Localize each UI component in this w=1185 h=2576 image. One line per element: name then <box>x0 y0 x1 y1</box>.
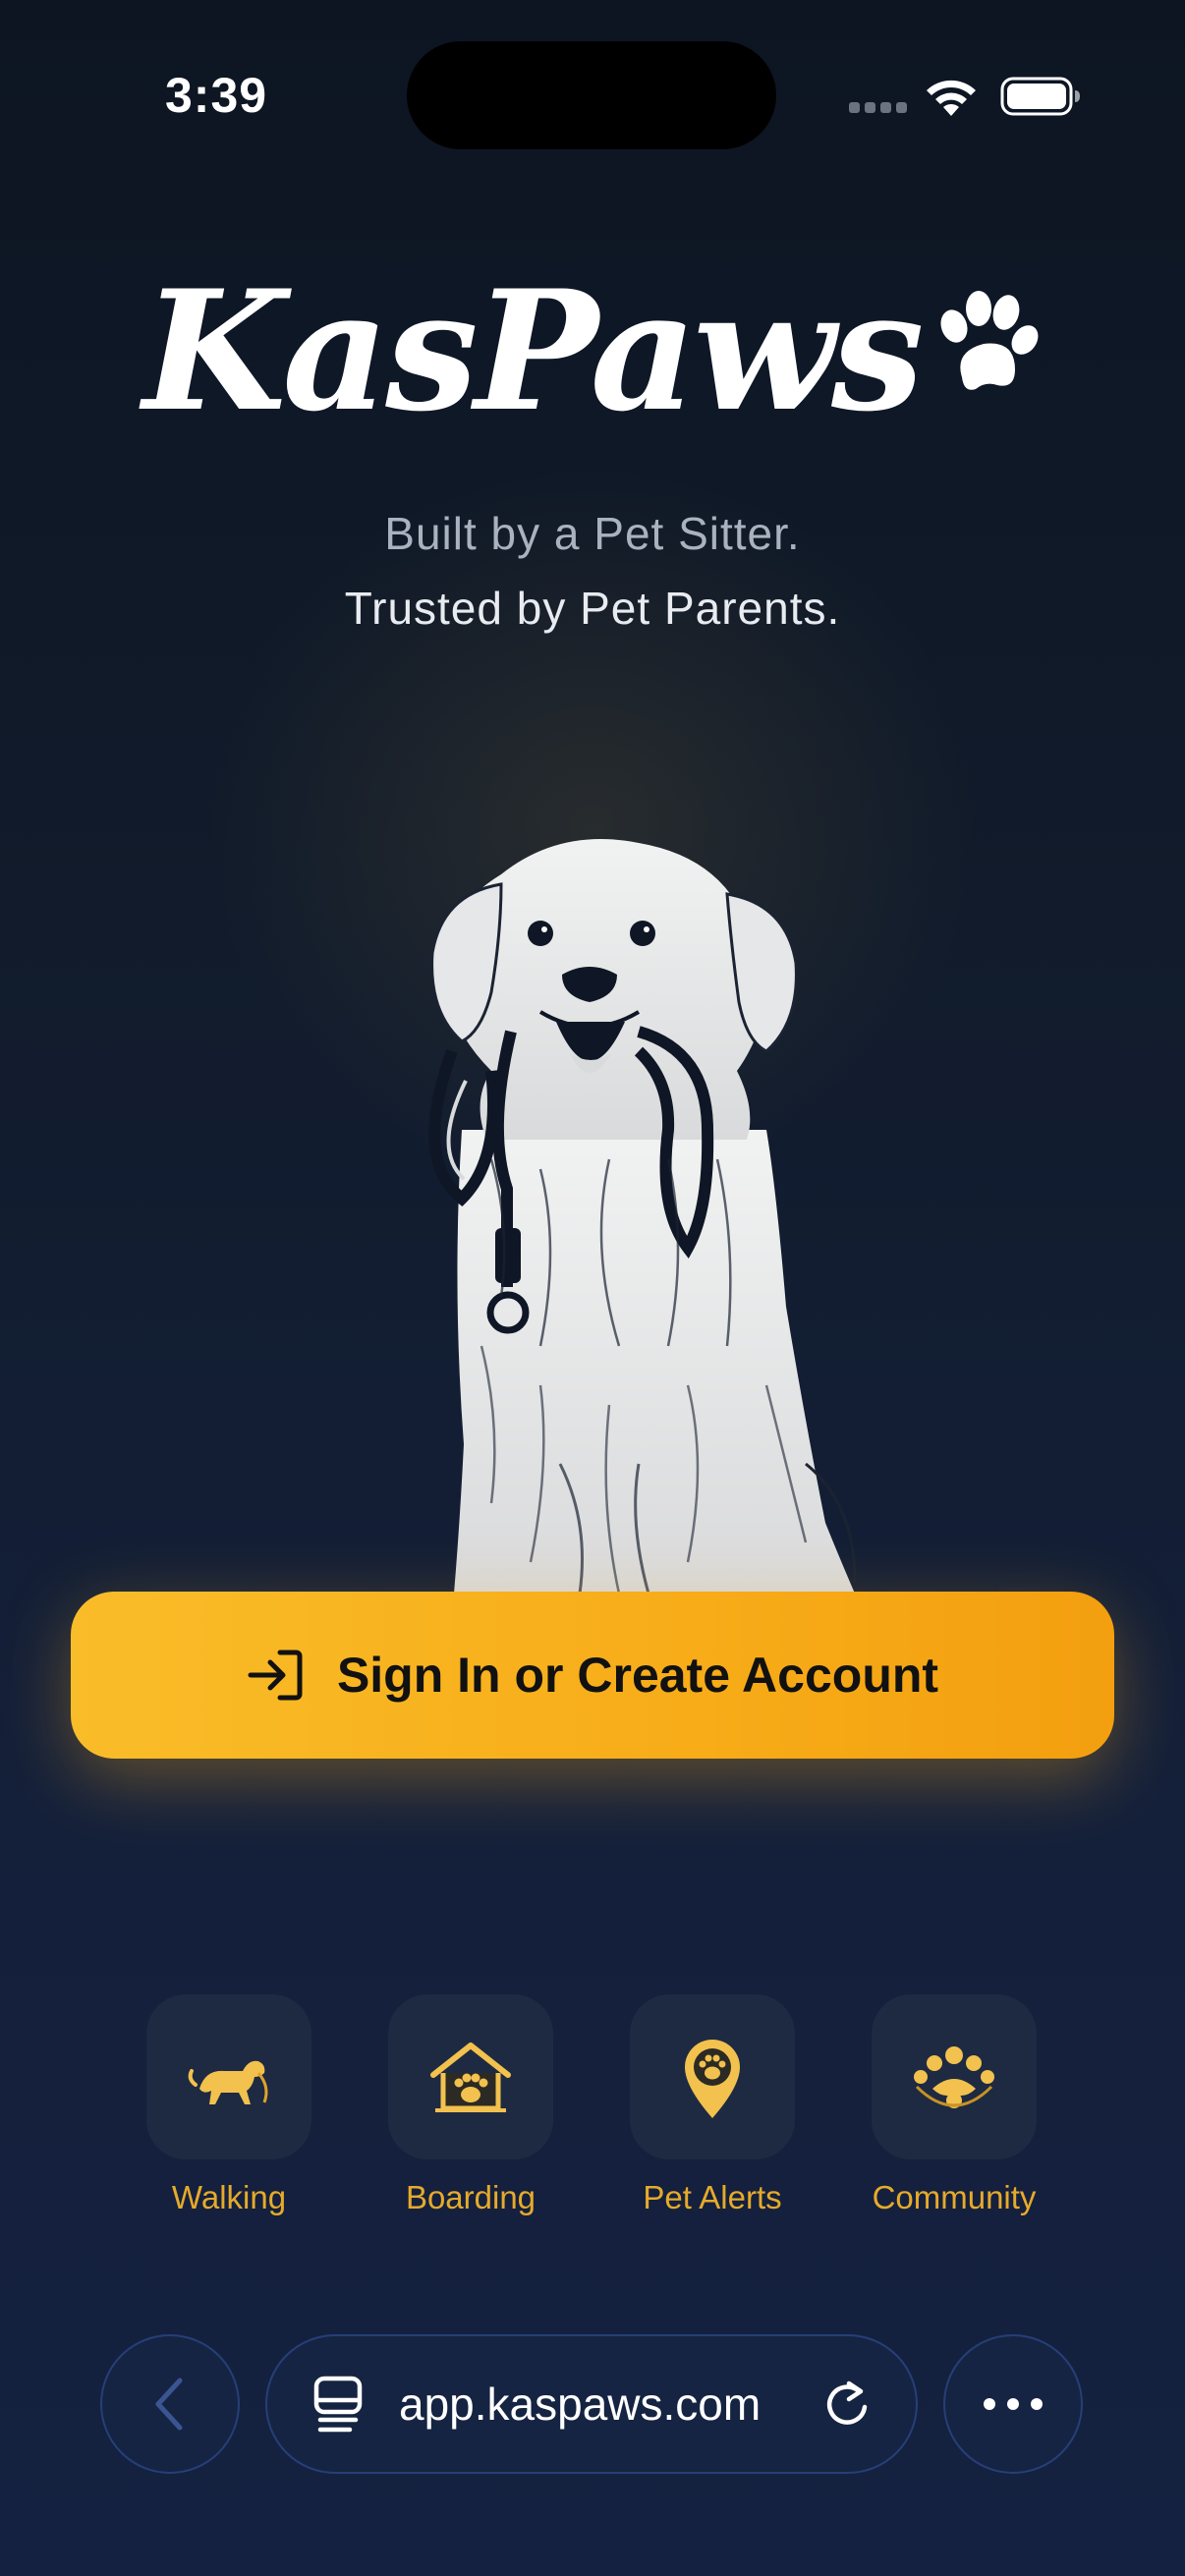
more-icon <box>984 2398 1043 2410</box>
feature-label: Boarding <box>405 2179 536 2215</box>
battery-icon <box>1000 77 1080 116</box>
feature-pet-alerts[interactable]: Pet Alerts <box>614 1994 811 2216</box>
feature-label: Community <box>872 2179 1037 2215</box>
status-time: 3:39 <box>165 68 268 123</box>
more-button[interactable] <box>943 2334 1083 2474</box>
tabs-icon[interactable] <box>312 2375 366 2434</box>
brand-name: KasPaws <box>142 253 924 448</box>
wifi-icon <box>927 80 976 116</box>
feature-boarding[interactable]: Boarding <box>372 1994 569 2216</box>
dynamic-island <box>407 41 776 149</box>
house-paw-icon <box>430 2043 511 2112</box>
feature-walking[interactable]: Walking <box>131 1994 327 2216</box>
community-icon <box>914 2046 994 2108</box>
back-chevron-icon <box>155 2378 183 2431</box>
feature-tile-walking[interactable] <box>146 1994 311 2159</box>
back-button[interactable] <box>100 2334 240 2474</box>
feature-community[interactable]: Community <box>856 1994 1052 2216</box>
tagline-line-1: Built by a Pet Sitter. <box>384 508 801 559</box>
address-bar[interactable]: app.kaspaws.com <box>265 2334 918 2474</box>
dog-with-leash-illustration <box>428 839 857 1594</box>
feature-tile-boarding[interactable] <box>388 1994 553 2159</box>
feature-tile-community[interactable] <box>872 1994 1037 2159</box>
sign-in-icon <box>248 1650 303 1701</box>
feature-label: Pet Alerts <box>643 2179 782 2215</box>
feature-label: Walking <box>171 2179 287 2215</box>
sign-in-button-label: Sign In or Create Account <box>336 1648 939 1703</box>
paw-icon <box>940 291 1039 390</box>
sign-in-button[interactable]: Sign In or Create Account <box>71 1592 1114 1759</box>
url-text[interactable]: app.kaspaws.com <box>399 2378 821 2431</box>
signal-icon <box>849 102 908 114</box>
feature-tile-pet-alerts[interactable] <box>630 1994 795 2159</box>
tagline-line-2: Trusted by Pet Parents. <box>344 583 841 634</box>
brand-logo: KasPaws <box>0 257 1185 444</box>
location-paw-icon <box>685 2040 740 2118</box>
walking-dog-icon <box>188 2060 268 2104</box>
reload-icon[interactable] <box>821 2378 875 2431</box>
